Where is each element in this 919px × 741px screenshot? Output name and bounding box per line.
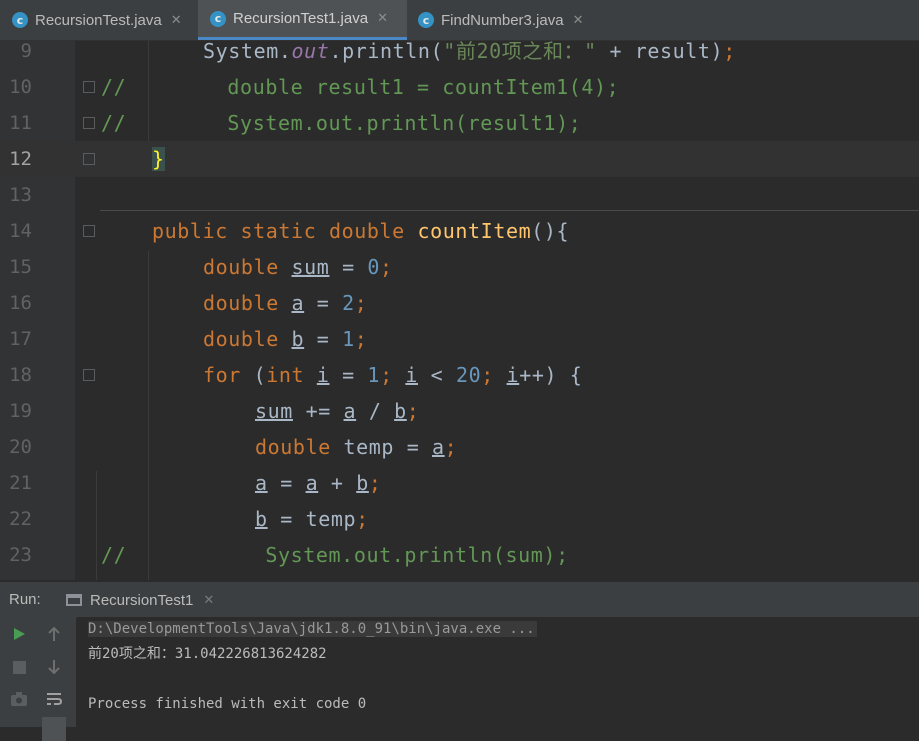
code-text: a = a + b; (255, 471, 382, 495)
line-number: 9 (20, 41, 32, 62)
stop-icon[interactable] (7, 655, 31, 679)
code-text: sum += a / b; (255, 399, 420, 423)
run-tab[interactable]: RecursionTest1 ✕ (66, 582, 214, 618)
line-number: 16 (9, 292, 32, 314)
line-number: 15 (9, 256, 32, 278)
close-icon[interactable]: ✕ (171, 13, 182, 28)
settings-icon[interactable] (42, 717, 66, 741)
run-label: Run: (9, 591, 41, 608)
tab-label: RecursionTest1.java (233, 10, 369, 27)
code-line: 17 double b = 1; (0, 321, 919, 357)
code-text: } (152, 141, 165, 177)
line-number: 20 (9, 436, 32, 458)
code-text: double temp = a; (255, 435, 458, 459)
run-tab-label: RecursionTest1 (90, 591, 194, 609)
code-line: 19 sum += a / b; (0, 393, 919, 429)
fold-marker-icon[interactable] (83, 117, 95, 129)
soft-wrap-icon[interactable] (42, 687, 66, 711)
code-text: for (int i = 1; i < 20; i++) { (203, 363, 583, 387)
line-number: 22 (9, 508, 32, 530)
line-number: 12 (9, 148, 32, 170)
tab-label: RecursionTest.java (35, 11, 162, 29)
code-text: double a = 2; (203, 291, 368, 315)
camera-icon[interactable] (7, 687, 31, 711)
java-class-icon: c (12, 12, 28, 28)
code-text: double sum = 0; (203, 255, 393, 279)
code-text: // System.out.println(result1); (101, 111, 582, 135)
line-number: 19 (9, 400, 32, 422)
console-line: 前20项之和：31.042226813624282 (88, 646, 327, 662)
fold-marker-icon[interactable] (83, 369, 95, 381)
matched-brace: } (152, 147, 165, 171)
console-output[interactable]: D:\DevelopmentTools\Java\jdk1.8.0_91\bin… (77, 617, 919, 727)
java-class-icon: c (418, 12, 434, 28)
code-text: System.out.println("前20项之和：" + result); (203, 41, 736, 63)
line-number: 14 (9, 220, 32, 242)
line-number: 23 (9, 544, 32, 566)
tab-recursiontest[interactable]: c RecursionTest.java ✕ (0, 0, 196, 40)
close-icon[interactable]: ✕ (377, 11, 388, 26)
run-panel-header: Run: RecursionTest1 ✕ (0, 581, 919, 618)
code-line: 9 System.out.println("前20项之和：" + result)… (0, 41, 919, 69)
scroll-up-icon[interactable] (42, 622, 66, 646)
code-line: 11 // System.out.println(result1); (0, 105, 919, 141)
console-command-line: D:\DevelopmentTools\Java\jdk1.8.0_91\bin… (88, 621, 537, 637)
code-line: 23 // System.out.println(sum); (0, 537, 919, 573)
editor-tab-bar: c RecursionTest.java ✕ c RecursionTest1.… (0, 0, 919, 41)
console-line: Process finished with exit code 0 (88, 696, 367, 712)
tab-recursiontest1[interactable]: c RecursionTest1.java ✕ (198, 0, 407, 40)
code-text: // System.out.println(sum); (101, 543, 569, 567)
code-editor[interactable]: 9 System.out.println("前20项之和：" + result)… (0, 41, 919, 580)
java-class-icon: c (210, 10, 226, 27)
fold-marker-icon[interactable] (83, 153, 95, 165)
scroll-down-icon[interactable] (42, 655, 66, 679)
line-number: 11 (9, 112, 32, 134)
code-text: public static double countItem(){ (152, 219, 570, 243)
code-line: 20 double temp = a; (0, 429, 919, 465)
code-line: 21 a = a + b; (0, 465, 919, 501)
line-number: 17 (9, 328, 32, 350)
tab-findnumber3[interactable]: c FindNumber3.java ✕ (406, 0, 606, 40)
code-line: 16 double a = 2; (0, 285, 919, 321)
code-text: double b = 1; (203, 327, 368, 351)
console-icon (66, 594, 82, 606)
fold-marker-icon[interactable] (83, 225, 95, 237)
line-number: 21 (9, 472, 32, 494)
line-number: 10 (9, 76, 32, 98)
line-number: 18 (9, 364, 32, 386)
code-line: 22 b = temp; (0, 501, 919, 537)
close-icon[interactable]: ✕ (203, 593, 214, 608)
line-number: 13 (9, 184, 32, 206)
tab-label: FindNumber3.java (441, 11, 564, 29)
rerun-icon[interactable] (7, 622, 31, 646)
code-line: 15 double sum = 0; (0, 249, 919, 285)
code-line: 10 // double result1 = countItem1(4); (0, 69, 919, 105)
code-line: 14 public static double countItem(){ (0, 213, 919, 249)
fold-marker-icon[interactable] (83, 81, 95, 93)
run-toolbar (0, 617, 76, 741)
code-text: b = temp; (255, 507, 369, 531)
close-icon[interactable]: ✕ (573, 13, 584, 28)
code-line: 13 (0, 177, 919, 213)
code-line: 18 for (int i = 1; i < 20; i++) { (0, 357, 919, 393)
code-text: // double result1 = countItem1(4); (101, 75, 620, 99)
code-line-current: 12 } (0, 141, 919, 177)
